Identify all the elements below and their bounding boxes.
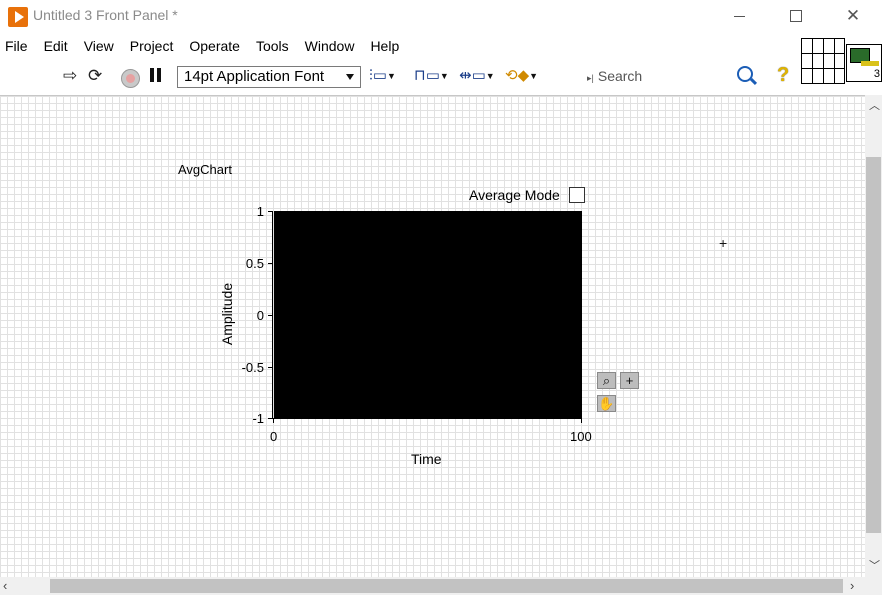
y-tick-mark [268,263,273,264]
x-axis-title[interactable]: Time [411,451,442,467]
chevron-down-icon[interactable]: ﹀ [869,557,880,573]
vi-icon-number: 3 [873,68,880,80]
abort-execution-icon[interactable] [121,69,140,88]
connector-pane[interactable] [801,38,845,84]
run-arrow-icon[interactable]: ⇨ [63,65,77,87]
y-tick-mark [268,315,273,316]
zoom-icon[interactable]: ⌕ [597,372,616,389]
y-tick-label: 1 [256,204,264,219]
close-button[interactable]: ✕ [830,0,876,32]
font-select[interactable]: 14pt Application Font [177,66,361,88]
y-tick-mark [268,367,273,368]
chart-plot-area[interactable] [274,211,582,418]
maximize-button[interactable] [773,0,819,32]
chevron-up-icon[interactable]: ︿ [869,97,880,113]
distribute-objects-icon[interactable]: ⊓▭▼ [414,66,449,86]
labview-app-icon [8,7,28,27]
average-mode-label: Average Mode [469,187,560,203]
maximize-icon [790,10,802,22]
menu-help[interactable]: Help [370,36,399,58]
search-input[interactable]: ▸| Search [587,68,727,88]
scrollbar-corner [865,577,882,595]
search-placeholder: Search [597,68,643,84]
x-tick-label: 100 [570,429,592,444]
menu-tools[interactable]: Tools [256,36,289,58]
menu-bar: File Edit View Project Operate Tools Win… [0,36,800,58]
resize-objects-icon[interactable]: ⇹▭▼ [459,66,495,86]
menu-project[interactable]: Project [130,36,174,58]
minimize-icon [733,15,745,17]
window-title: Untitled 3 Front Panel * [33,7,178,23]
menu-edit[interactable]: Edit [44,36,68,58]
menu-view[interactable]: View [84,36,114,58]
y-tick-label: 0.5 [245,256,264,271]
reorder-icon[interactable]: ⟲◆▼ [505,66,538,86]
menu-window[interactable]: Window [305,36,355,58]
title-bar: Untitled 3 Front Panel * ✕ [0,0,882,34]
vi-icon[interactable]: 3 [846,44,882,82]
chevron-down-icon [346,74,354,80]
menu-file[interactable]: File [5,36,28,58]
font-select-value: 14pt Application Font [184,68,325,85]
x-axis-line [272,418,582,419]
minimize-button[interactable] [716,0,762,32]
menu-operate[interactable]: Operate [189,36,240,58]
search-marker-icon: ▸| [587,73,594,83]
chevron-right-icon[interactable]: › [850,578,854,593]
horizontal-scroll-thumb[interactable] [50,579,843,593]
context-help-icon[interactable]: ? [777,64,789,87]
vertical-scroll-thumb[interactable] [866,157,881,533]
search-icon[interactable] [737,66,753,82]
x-tick-mark [273,419,274,423]
y-tick-label: -0.5 [241,360,264,375]
horizontal-scrollbar[interactable]: ‹ › [0,577,865,595]
y-tick-mark [268,211,273,212]
pause-icon[interactable] [150,68,162,82]
x-tick-mark [581,419,582,423]
crosshair-cursor-icon: + [719,235,728,251]
chevron-left-icon[interactable]: ‹ [3,578,7,593]
cursor-move-icon[interactable]: + [620,372,639,389]
vertical-scrollbar[interactable]: ︿ ﹀ [865,95,882,577]
chart-label[interactable]: AvgChart [178,162,232,177]
close-icon: ✕ [845,6,861,25]
y-tick-label: -1 [252,411,264,426]
run-continuously-icon[interactable]: ⟳ [88,65,102,87]
vi-icon-wire [861,61,879,66]
x-tick-label: 0 [270,429,278,444]
pan-hand-icon[interactable]: ✋ [597,395,616,412]
average-mode-checkbox[interactable] [569,187,585,203]
align-objects-icon[interactable]: ⫶▭▼ [369,66,396,86]
y-axis-title[interactable]: Amplitude [219,279,235,349]
